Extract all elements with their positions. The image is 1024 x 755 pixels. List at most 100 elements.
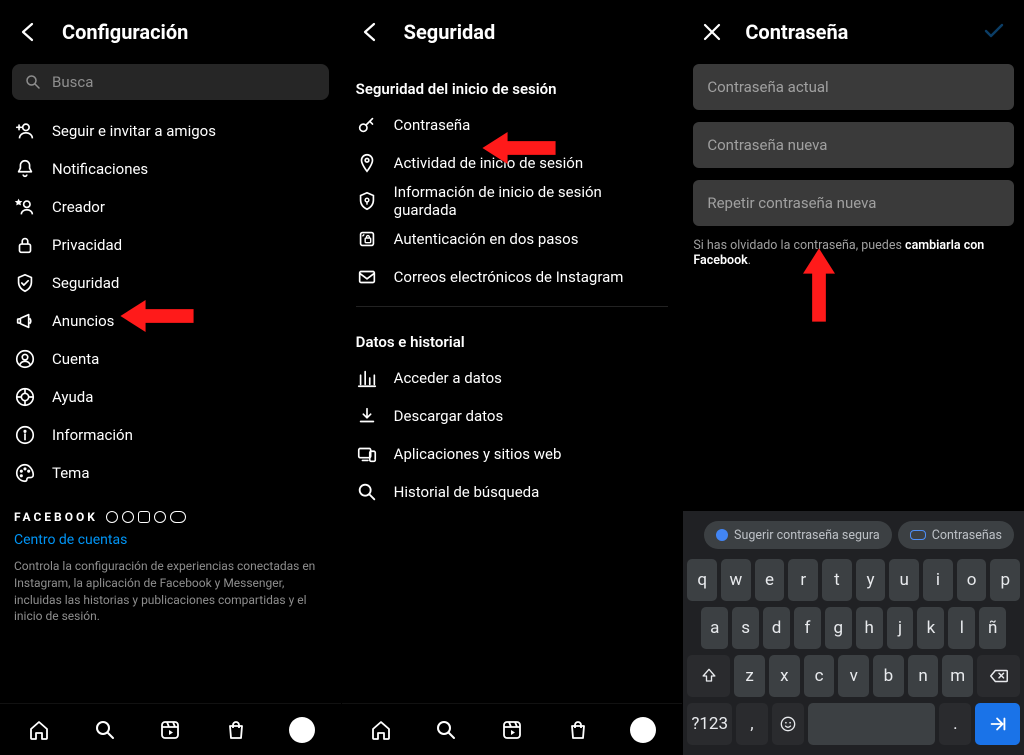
security-item-mail[interactable]: Correos electrónicos de Instagram: [352, 258, 673, 296]
key-m[interactable]: m: [942, 655, 973, 697]
menu-item-label: Anuncios: [52, 312, 114, 330]
key-backspace[interactable]: [977, 655, 1020, 697]
panel-password: Contraseña Contraseña actual Contraseña …: [682, 0, 1024, 755]
download-icon: [356, 405, 378, 427]
config-item-lifebuoy[interactable]: Ayuda: [10, 378, 331, 416]
key-x[interactable]: x: [769, 655, 800, 697]
repeat-password-field[interactable]: Repetir contraseña nueva: [693, 180, 1014, 226]
key-w[interactable]: w: [721, 559, 751, 601]
config-item-palette[interactable]: Tema: [10, 454, 331, 492]
menu-item-label: Información: [52, 426, 133, 444]
search-icon: [356, 481, 378, 503]
key-k[interactable]: k: [917, 607, 944, 649]
current-password-field[interactable]: Contraseña actual: [693, 64, 1014, 110]
key-a[interactable]: a: [701, 607, 728, 649]
nav-shop-icon[interactable]: [565, 717, 591, 743]
data-item-download[interactable]: Descargar datos: [352, 397, 673, 435]
nav-home-icon[interactable]: [368, 717, 394, 743]
key-y[interactable]: y: [856, 559, 886, 601]
lock-icon: [14, 234, 36, 256]
key-u[interactable]: u: [889, 559, 919, 601]
chart-icon: [356, 367, 378, 389]
menu-item-label: Historial de búsqueda: [394, 483, 540, 501]
nav-profile-avatar[interactable]: [630, 717, 656, 743]
key-c[interactable]: c: [804, 655, 835, 697]
section-data-history: Datos e historial: [352, 317, 673, 359]
key-t[interactable]: t: [822, 559, 852, 601]
security-item-shield-lock[interactable]: Autenticación en dos pasos: [352, 220, 673, 258]
confirm-check-icon[interactable]: [982, 19, 1008, 45]
data-item-devices[interactable]: Aplicaciones y sitios web: [352, 435, 673, 473]
nav-shop-icon[interactable]: [223, 717, 249, 743]
config-item-shield[interactable]: Seguridad: [10, 264, 331, 302]
key-s[interactable]: s: [732, 607, 759, 649]
key-,[interactable]: ,: [736, 703, 768, 745]
key-j[interactable]: j: [887, 607, 914, 649]
key-g[interactable]: g: [825, 607, 852, 649]
key-b[interactable]: b: [873, 655, 904, 697]
passwords-chip[interactable]: Contraseñas: [898, 521, 1014, 549]
key-e[interactable]: e: [755, 559, 785, 601]
menu-item-label: Autenticación en dos pasos: [394, 230, 579, 248]
menu-item-label: Seguridad: [52, 274, 119, 292]
key-ñ[interactable]: ñ: [979, 607, 1006, 649]
config-item-star-user[interactable]: Creador: [10, 188, 331, 226]
key-v[interactable]: v: [838, 655, 869, 697]
back-icon[interactable]: [358, 19, 384, 45]
key-z[interactable]: z: [734, 655, 765, 697]
key-r[interactable]: r: [788, 559, 818, 601]
key-o[interactable]: o: [957, 559, 987, 601]
forgot-password-text: Si has olvidado la contraseña, puedes ca…: [693, 238, 1014, 268]
close-icon[interactable]: [699, 19, 725, 45]
accounts-center-link[interactable]: Centro de cuentas: [14, 532, 127, 548]
key-enter[interactable]: [975, 703, 1020, 745]
key-l[interactable]: l: [948, 607, 975, 649]
key-.[interactable]: .: [939, 703, 971, 745]
config-item-megaphone[interactable]: Anuncios: [10, 302, 331, 340]
key-emoji[interactable]: [772, 703, 804, 745]
facebook-block: FACEBOOK Centro de cuentas Controla la c…: [10, 510, 331, 625]
add-user-icon: [14, 120, 36, 142]
new-password-field[interactable]: Contraseña nueva: [693, 122, 1014, 168]
key-icon: [356, 114, 378, 136]
data-item-search[interactable]: Historial de búsqueda: [352, 473, 673, 511]
key-i[interactable]: i: [923, 559, 953, 601]
security-item-key[interactable]: Contraseña: [352, 106, 673, 144]
page-title: Contraseña: [745, 20, 848, 44]
suggest-secure-password-chip[interactable]: Sugerir contraseña segura: [704, 521, 892, 549]
key-f[interactable]: f: [794, 607, 821, 649]
accounts-center-blurb: Controla la configuración de experiencia…: [14, 558, 327, 625]
key-h[interactable]: h: [856, 607, 883, 649]
key-shift[interactable]: [687, 655, 730, 697]
menu-item-label: Creador: [52, 198, 105, 216]
bell-icon: [14, 158, 36, 180]
key-space[interactable]: [808, 703, 936, 745]
data-item-chart[interactable]: Acceder a datos: [352, 359, 673, 397]
bottom-nav: [0, 703, 341, 755]
menu-item-label: Seguir e invitar a amigos: [52, 122, 216, 140]
security-item-pin[interactable]: Actividad de inicio de sesión: [352, 144, 673, 182]
key-numeric[interactable]: ?123: [687, 703, 732, 745]
config-item-lock[interactable]: Privacidad: [10, 226, 331, 264]
nav-search-icon[interactable]: [92, 717, 118, 743]
palette-icon: [14, 462, 36, 484]
account-icon: [14, 348, 36, 370]
config-item-bell[interactable]: Notificaciones: [10, 150, 331, 188]
nav-home-icon[interactable]: [26, 717, 52, 743]
key-q[interactable]: q: [687, 559, 717, 601]
back-icon[interactable]: [16, 19, 42, 45]
menu-item-label: Privacidad: [52, 236, 122, 254]
menu-item-label: Aplicaciones y sitios web: [394, 445, 562, 463]
key-d[interactable]: d: [763, 607, 790, 649]
config-item-account[interactable]: Cuenta: [10, 340, 331, 378]
nav-reels-icon[interactable]: [157, 717, 183, 743]
security-item-keyhole[interactable]: Información de inicio de sesión guardada: [352, 182, 673, 220]
search-input[interactable]: Busca: [12, 64, 329, 100]
config-item-add-user[interactable]: Seguir e invitar a amigos: [10, 112, 331, 150]
key-n[interactable]: n: [908, 655, 939, 697]
nav-search-icon[interactable]: [433, 717, 459, 743]
nav-reels-icon[interactable]: [499, 717, 525, 743]
nav-profile-avatar[interactable]: [289, 717, 315, 743]
config-item-info[interactable]: Información: [10, 416, 331, 454]
key-p[interactable]: p: [990, 559, 1020, 601]
